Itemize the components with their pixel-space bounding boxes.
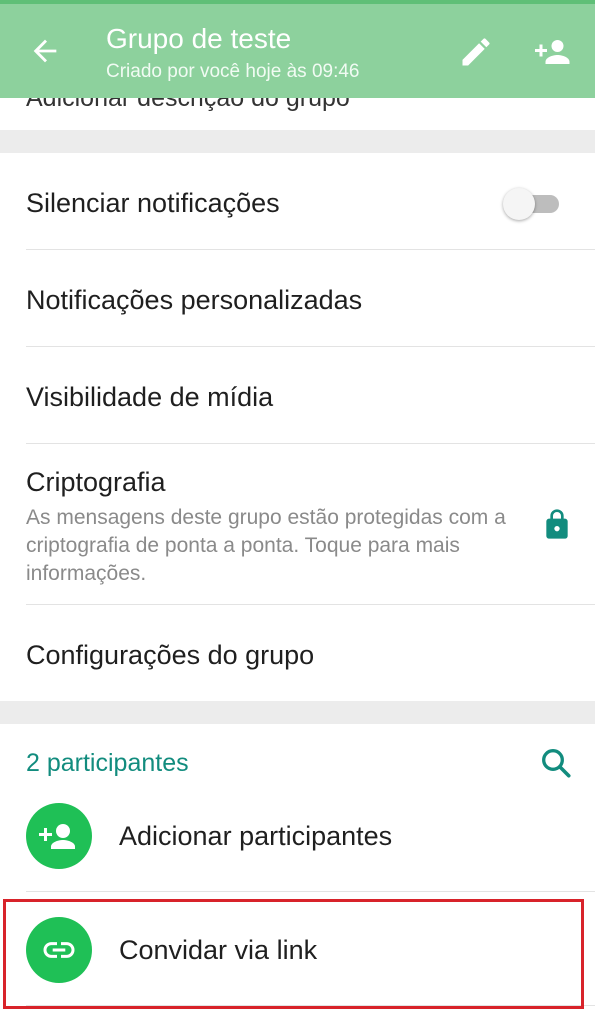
add-person-icon <box>39 824 75 849</box>
add-participants-item[interactable]: Adicionar participantes <box>119 820 392 852</box>
participants-count: 2 participantes <box>26 749 189 777</box>
encryption-item[interactable]: Criptografia <box>26 466 166 498</box>
settings-card <box>0 153 595 701</box>
divider <box>26 346 595 347</box>
edit-pencil-icon[interactable] <box>458 34 494 70</box>
group-subtitle: Criado por você hoje às 09:46 <box>106 61 360 82</box>
group-settings-item[interactable]: Configurações do grupo <box>26 639 314 671</box>
app-bar: Grupo de teste Criado por você hoje às 0… <box>0 4 595 98</box>
media-visibility-item[interactable]: Visibilidade de mídia <box>26 381 273 413</box>
encryption-description: As mensagens deste grupo estão protegida… <box>26 506 506 585</box>
add-person-icon[interactable] <box>533 34 573 70</box>
divider <box>26 249 595 250</box>
search-icon[interactable] <box>538 745 574 781</box>
custom-notifications-item[interactable]: Notificações personalizadas <box>26 284 362 316</box>
divider <box>26 443 595 444</box>
toggle-knob <box>503 188 535 220</box>
highlight-box <box>3 899 584 1009</box>
lock-icon <box>541 506 573 542</box>
add-participants-avatar[interactable] <box>26 803 92 869</box>
divider <box>26 604 595 605</box>
group-title[interactable]: Grupo de teste <box>106 22 291 56</box>
back-arrow-icon[interactable] <box>28 34 62 68</box>
divider <box>26 891 595 892</box>
mute-notifications-label[interactable]: Silenciar notificações <box>26 187 280 219</box>
mute-notifications-toggle[interactable] <box>503 186 559 220</box>
